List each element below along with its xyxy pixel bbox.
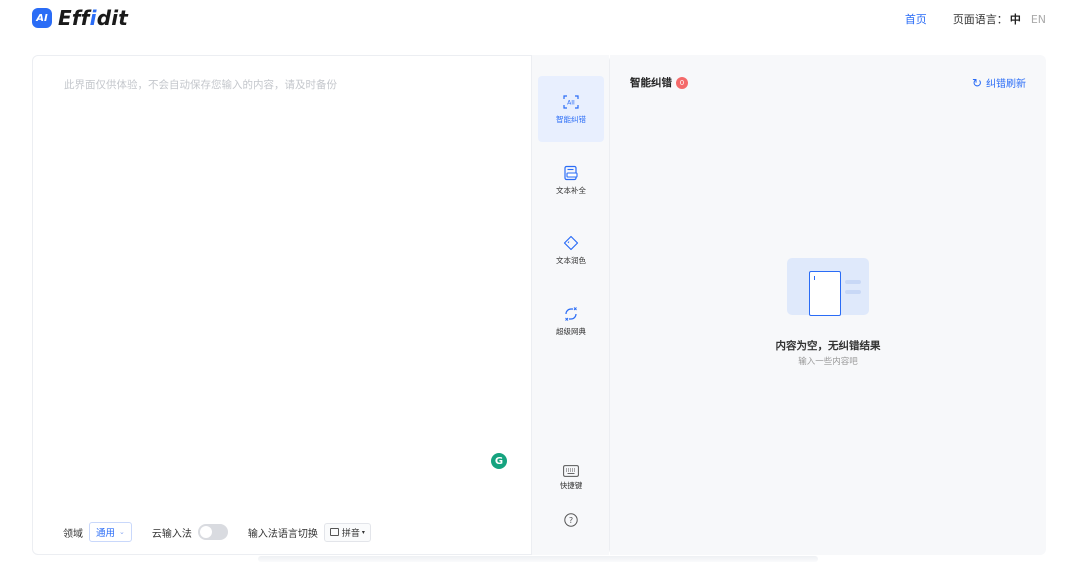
editor-placeholder: 此界面仅供体验，不会自动保存您输入的内容，请及时备份: [64, 79, 337, 91]
ime-button-label: 拼音: [341, 528, 360, 539]
logo-text-i: i: [89, 6, 97, 30]
tool-label: 文本润色: [556, 255, 586, 265]
error-count-badge: 0: [676, 76, 688, 89]
panel-title: 智能纠错 0: [630, 75, 688, 90]
document-list-icon: [564, 165, 578, 180]
text-editor[interactable]: 此界面仅供体验，不会自动保存您输入的内容，请及时备份 G 领域 通用 ⌄ 云输入…: [32, 55, 610, 555]
tool-label: 文本补全: [556, 185, 586, 195]
editor-bottom-bar: 领域 通用 ⌄ 云输入法 输入法语言切换 拼音 ▾: [63, 522, 371, 542]
logo-text-prefix: Eff: [58, 6, 90, 30]
tool-label: 超级网典: [556, 326, 586, 336]
tool-label: 智能纠错: [556, 114, 586, 124]
shortcut-label: 快捷键: [559, 481, 583, 490]
tool-smart-correction[interactable]: AII 智能纠错: [538, 76, 604, 142]
logo-mark-icon: AI: [32, 8, 52, 28]
chevron-down-icon: ▾: [361, 528, 365, 536]
svg-text:?: ?: [569, 516, 573, 525]
domain-label: 领域: [63, 528, 83, 540]
refresh-label: 纠错刷新: [986, 79, 1026, 90]
top-header: AI Effidit 首页 页面语言： 中 EN: [0, 0, 1080, 38]
ime-language-button[interactable]: 拼音 ▾: [323, 522, 371, 542]
question-circle-icon: ?: [564, 513, 578, 527]
cloud-ime-label: 云输入法: [151, 528, 192, 540]
shortcut-button[interactable]: 快捷键: [538, 465, 604, 491]
lang-zh-option[interactable]: 中: [1010, 11, 1021, 27]
svg-text:AII: AII: [567, 99, 575, 106]
tool-super-dictionary[interactable]: 超级网典: [538, 288, 604, 354]
correction-panel: 智能纠错 0 ↻ 纠错刷新 内容为空，无纠错结果 输入一些内容吧: [610, 55, 1046, 555]
nav-home-link[interactable]: 首页: [905, 11, 927, 27]
grammarly-icon[interactable]: G: [491, 453, 507, 469]
page-language-label: 页面语言：: [952, 13, 1008, 26]
logo-text: Effidit: [58, 6, 128, 30]
illustration-bar: [845, 290, 861, 294]
empty-state-subtitle: 输入一些内容吧: [798, 357, 858, 367]
help-button[interactable]: ?: [538, 513, 604, 527]
refresh-icon: ↻: [971, 75, 982, 90]
domain-select-value: 通用: [96, 528, 116, 539]
panel-title-text: 智能纠错: [630, 77, 672, 89]
refresh-correction-button[interactable]: ↻ 纠错刷新: [971, 75, 1026, 91]
logo-text-suffix: dit: [96, 6, 129, 30]
tool-text-completion[interactable]: 文本补全: [538, 147, 604, 213]
bottom-divider: [258, 556, 818, 562]
transfer-icon: [565, 306, 577, 321]
ime-switch-label: 输入法语言切换: [247, 528, 318, 540]
tool-sidebar: AII 智能纠错 文本补全 文本润色 超级网典 快捷键 ?: [531, 55, 609, 555]
ai-scan-icon: AII: [563, 94, 579, 109]
lang-en-option[interactable]: EN: [1031, 13, 1046, 26]
document-icon: [809, 271, 841, 316]
workspace: 此界面仅供体验，不会自动保存您输入的内容，请及时备份 G 领域 通用 ⌄ 云输入…: [32, 55, 1046, 555]
empty-state-title: 内容为空，无纠错结果: [775, 340, 881, 352]
empty-state-illustration: [787, 258, 869, 316]
keyboard-icon: [563, 465, 579, 477]
top-nav: 首页 页面语言： 中 EN: [905, 11, 1046, 27]
effidit-logo[interactable]: AI Effidit: [32, 6, 128, 30]
keyboard-icon: [329, 528, 339, 536]
tool-text-polish[interactable]: 文本润色: [538, 217, 604, 283]
illustration-bar: [845, 280, 861, 284]
chevron-down-icon: ⌄: [119, 528, 125, 536]
domain-select[interactable]: 通用 ⌄: [89, 522, 132, 542]
cloud-ime-toggle[interactable]: [197, 524, 228, 540]
diamond-icon: [563, 235, 579, 250]
